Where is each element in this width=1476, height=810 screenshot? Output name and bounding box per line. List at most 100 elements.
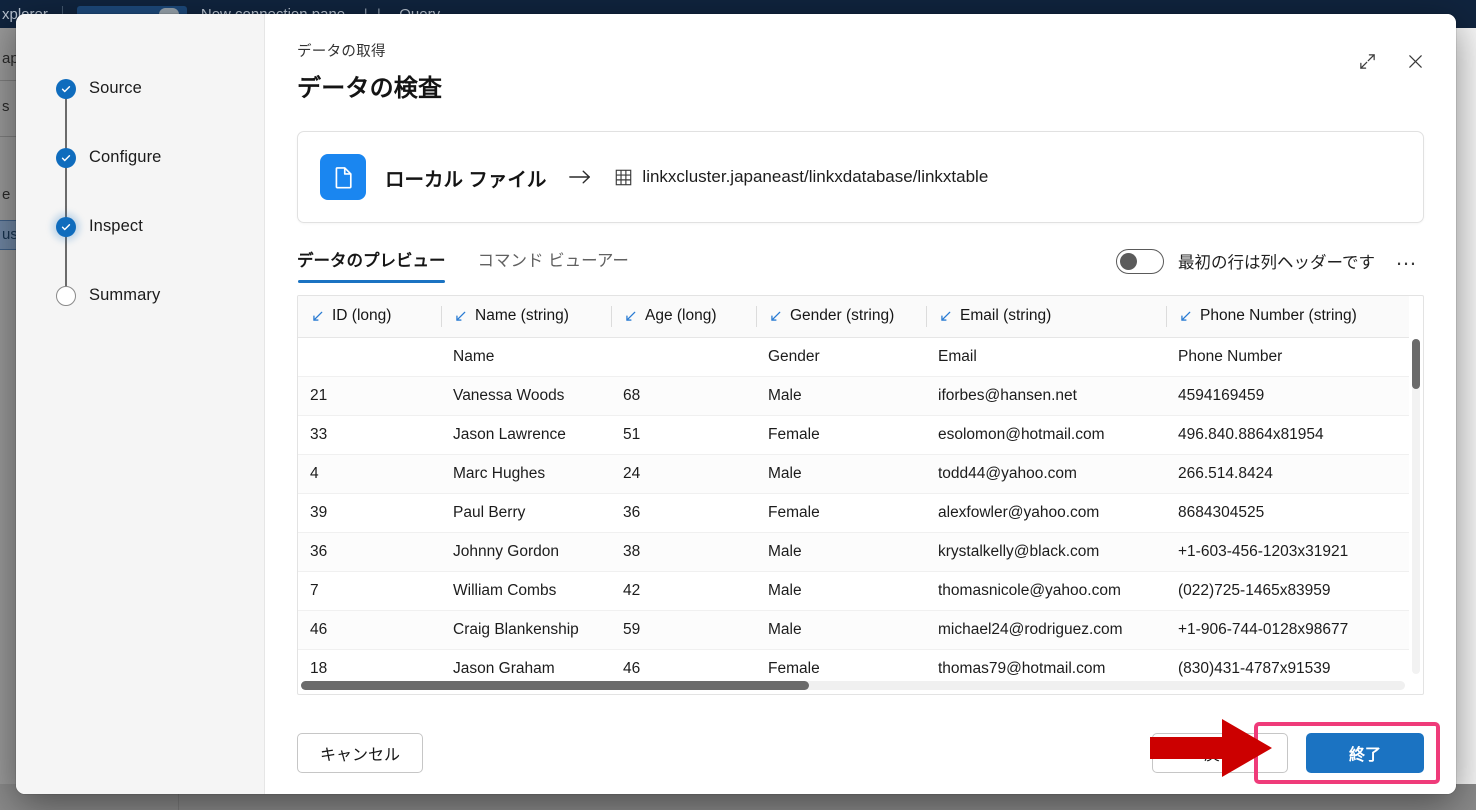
first-row-is-header-label: 最初の行は列ヘッダーです <box>1177 254 1375 272</box>
table-cell: alexfowler@yahoo.com <box>926 493 1166 533</box>
table-cell: todd44@yahoo.com <box>926 454 1166 494</box>
back-button[interactable]: 戻る <box>1152 733 1288 773</box>
table-cell: 36 <box>298 532 441 572</box>
step-summary[interactable]: Summary <box>56 261 264 330</box>
column-type-icon <box>310 309 325 324</box>
dialog-header-actions <box>1354 48 1428 74</box>
page-title: データの検査 <box>297 75 443 102</box>
table-row[interactable]: 46 Craig Blankenship 59 Male michael24@rodri… <box>298 610 1409 650</box>
table-cell: 33 <box>298 415 441 455</box>
scrollbar-thumb[interactable] <box>1412 339 1420 390</box>
table-cell: 59 <box>611 610 756 650</box>
tab-label: コマンド ビューアー <box>477 252 629 270</box>
table-cell: Email <box>926 337 1166 377</box>
table-row[interactable]: 36 Johnny Gordon 38 Male krystalkelly@black.… <box>298 532 1409 572</box>
column-header-id[interactable]: ID (long) <box>298 296 441 338</box>
table-cell: Name <box>441 337 611 377</box>
table-cell: thomasnicole@yahoo.com <box>926 571 1166 611</box>
grid-horizontal-scrollbar[interactable] <box>301 681 1405 690</box>
preview-table: ID (long) Name (string) Age (long) Gende… <box>298 296 1409 680</box>
table-cell: 46 <box>298 610 441 650</box>
table-cell: 4594169459 <box>1166 376 1409 416</box>
step-configure[interactable]: Configure <box>56 123 264 192</box>
table-cell: Male <box>756 571 926 611</box>
table-cell: thomas79@hotmail.com <box>926 649 1166 680</box>
table-cell: 4 <box>298 454 441 494</box>
step-inspect[interactable]: Inspect <box>56 192 264 261</box>
table-cell: Craig Blankenship <box>441 610 611 650</box>
column-header-label: Phone Number (string) <box>1200 307 1357 325</box>
table-cell: esolomon@hotmail.com <box>926 415 1166 455</box>
grid-scroll-region: ID (long) Name (string) Age (long) Gende… <box>298 296 1409 680</box>
table-cell: Male <box>756 454 926 494</box>
column-header-phone-number[interactable]: Phone Number (string) <box>1166 296 1409 338</box>
table-row[interactable]: 4 Marc Hughes 24 Male todd44@yahoo.com 266.51… <box>298 454 1409 494</box>
source-label: ローカル ファイル <box>385 168 547 191</box>
dialog-header: データの取得 データの検査 <box>265 14 1456 103</box>
arrow-right-icon <box>568 168 592 186</box>
document-icon <box>320 154 366 200</box>
table-row[interactable]: 39 Paul Berry 36 Female alexfowler@yahoo.com… <box>298 493 1409 533</box>
table-cell: iforbes@hansen.net <box>926 376 1166 416</box>
column-header-name[interactable]: Name (string) <box>441 296 611 338</box>
column-type-icon <box>938 309 953 324</box>
table-cell: 46 <box>611 649 756 680</box>
table-cell: 39 <box>298 493 441 533</box>
tab-command-viewer[interactable]: コマンド ビューアー <box>478 247 629 283</box>
wizard-stepper: Source Configure Inspect Summary <box>16 14 265 794</box>
column-header-age[interactable]: Age (long) <box>611 296 756 338</box>
table-cell <box>611 337 756 377</box>
table-cell: Male <box>756 376 926 416</box>
toggle-knob <box>1120 252 1138 270</box>
step-check-icon <box>56 147 76 168</box>
table-cell: Male <box>756 610 926 650</box>
table-cell: 68 <box>611 376 756 416</box>
table-cell: 7 <box>298 571 441 611</box>
dialog-main: データの取得 データの検査 ローカル ファイル linkxcluster.jap… <box>265 14 1456 794</box>
finish-button[interactable]: 終了 <box>1306 733 1424 773</box>
tab-label: データのプレビュー <box>297 252 446 270</box>
step-source[interactable]: Source <box>56 54 264 123</box>
first-row-is-header-toggle[interactable] <box>1115 248 1164 274</box>
grid-vertical-scrollbar[interactable] <box>1412 339 1420 674</box>
column-type-icon <box>623 309 638 324</box>
destination-label: linkxcluster.japaneast/linkxdatabase/lin… <box>642 167 989 186</box>
table-cell: Phone Number <box>1166 337 1409 377</box>
table-row[interactable]: Name Gender Email Phone Number <box>298 337 1409 377</box>
table-cell <box>298 337 441 377</box>
table-cell: 38 <box>611 532 756 572</box>
dialog-eyebrow: データの取得 <box>297 44 386 60</box>
table-row[interactable]: 18 Jason Graham 46 Female thomas79@hotmail.c… <box>298 649 1409 680</box>
cancel-button[interactable]: キャンセル <box>297 733 424 773</box>
stepper-connector <box>65 88 67 295</box>
table-row[interactable]: 7 William Combs 42 Male thomasnicole@yahoo.c… <box>298 571 1409 611</box>
step-label-configure: Configure <box>89 148 162 166</box>
scrollbar-thumb[interactable] <box>301 681 809 690</box>
rail-fragment-3: e <box>2 186 11 203</box>
table-row[interactable]: 33 Jason Lawrence 51 Female esolomon@hotmail… <box>298 415 1409 455</box>
close-icon[interactable] <box>1402 48 1428 74</box>
get-data-dialog: Source Configure Inspect Summary データの取得 … <box>16 14 1456 794</box>
table-cell: Johnny Gordon <box>441 532 611 572</box>
step-empty-circle-icon <box>56 285 76 306</box>
table-cell: (022)725-1465x83959 <box>1166 571 1409 611</box>
table-cell: +1-906-744-0128x98677 <box>1166 610 1409 650</box>
column-header-gender[interactable]: Gender (string) <box>756 296 926 338</box>
dialog-footer: キャンセル 戻る 終了 <box>265 712 1456 794</box>
expand-icon[interactable] <box>1354 48 1380 74</box>
column-type-icon <box>453 309 468 324</box>
stepper-list: Source Configure Inspect Summary <box>16 54 264 330</box>
table-cell: 266.514.8424 <box>1166 454 1409 494</box>
table-cell: Jason Graham <box>441 649 611 680</box>
table-header-row: ID (long) Name (string) Age (long) Gende… <box>298 296 1409 338</box>
more-options-icon[interactable]: … <box>1389 247 1424 274</box>
tab-data-preview[interactable]: データのプレビュー <box>297 247 446 283</box>
table-cell: Paul Berry <box>441 493 611 533</box>
column-header-email[interactable]: Email (string) <box>926 296 1166 338</box>
table-cell: 36 <box>611 493 756 533</box>
preview-tabs: データのプレビュー コマンド ビューアー <box>297 247 629 283</box>
source-destination-card: ローカル ファイル linkxcluster.japaneast/linkxda… <box>297 131 1424 223</box>
table-row[interactable]: 21 Vanessa Woods 68 Male iforbes@hansen.net 4… <box>298 376 1409 416</box>
rail-fragment-2: s <box>2 98 10 115</box>
table-icon <box>614 168 633 187</box>
